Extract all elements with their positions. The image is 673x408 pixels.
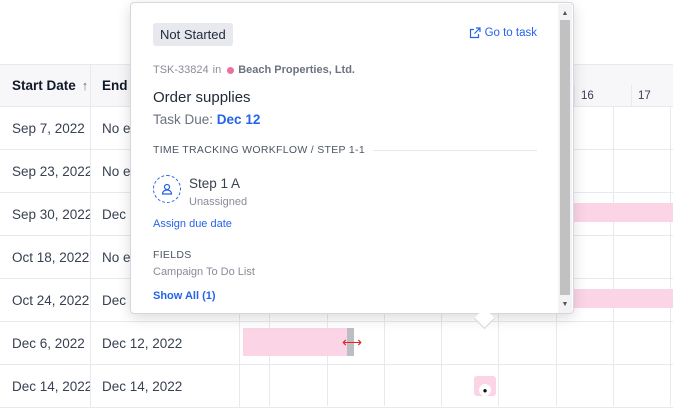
user-icon: ● [479,384,491,396]
scrollbar-thumb[interactable] [560,20,570,295]
column-header-label: End [102,78,128,93]
timeline-day-header: 17 [631,85,671,107]
start-date-cell: Oct 18, 2022 [0,236,91,278]
start-date-cell: Sep 7, 2022 [0,107,91,149]
workflow-label-text: TIME TRACKING WORKFLOW / STEP 1-1 [153,144,365,156]
external-link-icon [469,27,481,39]
gantt-bar-selected[interactable] [243,328,349,356]
gantt-milestone[interactable]: ● [474,376,496,396]
table-row[interactable]: Dec 14, 2022 Dec 14, 2022 [0,365,673,408]
field-item: Campaign To Do List [153,266,255,278]
column-header-label: Start Date [12,78,76,93]
task-id: TSK-33824 [153,64,209,76]
task-meta: TSK-33824 in Beach Properties, Ltd. [153,64,355,76]
in-label: in [212,64,222,76]
task-title: Order supplies [153,89,251,106]
start-date-cell: Oct 24, 2022 [0,279,91,321]
client-name[interactable]: Beach Properties, Ltd. [238,64,355,76]
gantt-bar[interactable] [574,289,673,308]
end-date-cell: Dec 12, 2022 [91,322,240,364]
go-to-task-link[interactable]: Go to task [469,27,537,39]
gantt-bar[interactable] [574,203,673,222]
status-badge[interactable]: Not Started [153,23,233,46]
task-popover: Not Started Go to task TSK-33824 in Beac… [130,2,574,330]
step-name: Step 1 A [189,176,241,191]
assign-due-date-link[interactable]: Assign due date [153,218,232,230]
end-date-cell: Dec 14, 2022 [91,365,240,407]
task-due: Task Due: Dec 12 [153,112,260,127]
fields-section-label: FIELDS [153,249,192,261]
workflow-section-label: TIME TRACKING WORKFLOW / STEP 1-1 [153,144,537,156]
column-header-start-date[interactable]: Start Date ↑ [0,65,91,106]
divider [372,149,537,151]
user-icon [161,183,173,195]
sort-arrow-up-icon[interactable]: ↑ [82,78,89,93]
start-date-cell: Dec 6, 2022 [0,322,91,364]
popover-scrollbar[interactable]: ▲ ▼ [558,4,572,313]
go-to-task-label: Go to task [484,27,537,39]
show-all-fields-link[interactable]: Show All (1) [153,290,216,302]
step-assignee: Unassigned [189,196,248,208]
start-date-cell: Sep 23, 2022 [0,150,91,192]
client-color-dot [227,66,235,74]
scroll-down-arrow-icon[interactable]: ▼ [558,297,572,311]
timeline-day-header: 16 [574,85,614,107]
due-label: Task Due: [153,112,214,127]
start-date-cell: Dec 14, 2022 [0,365,91,407]
scroll-up-arrow-icon[interactable]: ▲ [558,6,572,20]
due-date[interactable]: Dec 12 [217,112,261,127]
start-date-cell: Sep 30, 2022 [0,193,91,235]
unassigned-user-icon[interactable] [153,175,181,203]
resize-arrows-icon[interactable]: ⟷ [338,334,366,350]
